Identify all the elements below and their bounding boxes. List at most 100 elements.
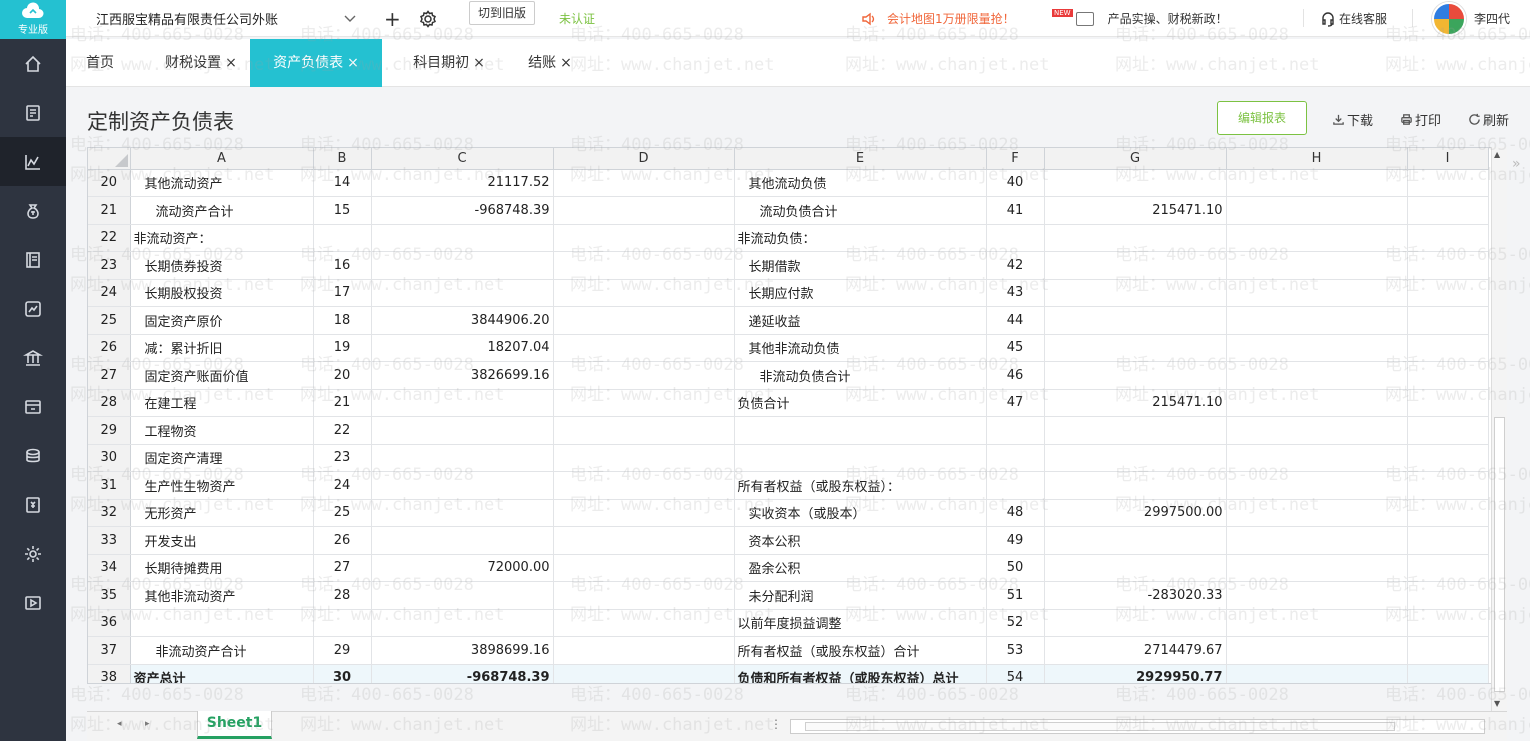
cell-asset-name[interactable]: 在建工程 xyxy=(130,389,314,417)
cell-liability-name[interactable]: 其他流动负债 xyxy=(734,169,987,197)
cell-asset-amount[interactable] xyxy=(371,389,554,417)
user-menu[interactable]: 李四代 xyxy=(1432,0,1510,37)
cell-liability-amount[interactable]: 215471.10 xyxy=(1044,196,1227,225)
cell-asset-name[interactable]: 固定资产原价 xyxy=(130,306,314,335)
column-header[interactable]: H xyxy=(1226,148,1408,170)
row-number[interactable]: 23 xyxy=(88,251,131,280)
column-header[interactable]: A xyxy=(130,148,314,170)
row-number[interactable]: 38 xyxy=(88,664,131,683)
cell-empty[interactable] xyxy=(1407,664,1489,683)
cell-empty[interactable] xyxy=(1407,306,1489,335)
cell-empty[interactable] xyxy=(1407,526,1489,555)
cell-empty[interactable] xyxy=(1407,554,1489,582)
cell-empty[interactable] xyxy=(1407,416,1489,445)
cell-liability-amount[interactable]: 215471.10 xyxy=(1044,389,1227,417)
cell-liability-line[interactable]: 45 xyxy=(986,334,1045,362)
cell-asset-line[interactable]: 14 xyxy=(313,169,372,197)
cell-empty[interactable] xyxy=(553,251,735,280)
close-icon[interactable]: × xyxy=(473,55,485,71)
nav-money[interactable] xyxy=(0,186,66,235)
cell-asset-line[interactable]: 26 xyxy=(313,526,372,555)
cell-liability-name[interactable]: 负债和所有者权益（或股东权益）总计 xyxy=(734,664,987,683)
cell-asset-name[interactable]: 固定资产清理 xyxy=(130,444,314,472)
row-number[interactable]: 26 xyxy=(88,334,131,362)
cell-liability-name[interactable]: 长期应付款 xyxy=(734,279,987,307)
cell-empty[interactable] xyxy=(1226,279,1408,307)
cell-liability-amount[interactable] xyxy=(1044,471,1227,500)
cell-asset-amount[interactable] xyxy=(371,581,554,610)
cell-liability-amount[interactable] xyxy=(1044,444,1227,472)
cell-asset-line[interactable]: 20 xyxy=(313,361,372,390)
cell-empty[interactable] xyxy=(1226,361,1408,390)
close-icon[interactable]: × xyxy=(560,55,572,71)
cell-empty[interactable] xyxy=(553,279,735,307)
cell-asset-amount[interactable]: 3898699.16 xyxy=(371,636,554,665)
cell-empty[interactable] xyxy=(1407,471,1489,500)
cell-liability-line[interactable]: 51 xyxy=(986,581,1045,610)
cell-asset-line[interactable]: 25 xyxy=(313,499,372,527)
cell-empty[interactable] xyxy=(1226,664,1408,683)
cell-asset-name[interactable] xyxy=(130,609,314,637)
cell-empty[interactable] xyxy=(1226,554,1408,582)
cell-asset-amount[interactable] xyxy=(371,526,554,555)
cell-asset-line[interactable]: 28 xyxy=(313,581,372,610)
cell-asset-name[interactable]: 固定资产账面价值 xyxy=(130,361,314,390)
refresh-button[interactable]: 刷新 xyxy=(1468,110,1509,129)
cell-empty[interactable] xyxy=(553,361,735,390)
row-number[interactable]: 24 xyxy=(88,279,131,307)
cell-asset-amount[interactable] xyxy=(371,471,554,500)
cell-liability-line[interactable]: 49 xyxy=(986,526,1045,555)
cell-empty[interactable] xyxy=(553,499,735,527)
promo-link[interactable]: 会计地图1万册限量抢！ xyxy=(861,0,1015,37)
cell-liability-amount[interactable] xyxy=(1044,306,1227,335)
cell-liability-name[interactable]: 负债合计 xyxy=(734,389,987,417)
nav-ledger[interactable] xyxy=(0,235,66,284)
cell-asset-line[interactable]: 19 xyxy=(313,334,372,362)
cell-asset-line[interactable]: 29 xyxy=(313,636,372,665)
row-number[interactable]: 31 xyxy=(88,471,131,500)
cell-empty[interactable] xyxy=(553,471,735,500)
cell-asset-line[interactable]: 17 xyxy=(313,279,372,307)
row-number[interactable]: 35 xyxy=(88,581,131,610)
row-number[interactable]: 34 xyxy=(88,554,131,582)
cell-empty[interactable] xyxy=(1226,251,1408,280)
cell-asset-name[interactable]: 减：累计折旧 xyxy=(130,334,314,362)
cell-asset-line[interactable]: 15 xyxy=(313,196,372,225)
select-all-corner[interactable] xyxy=(88,148,131,170)
cell-liability-line[interactable]: 42 xyxy=(986,251,1045,280)
online-service-link[interactable]: 在线客服 xyxy=(1320,0,1387,37)
cell-empty[interactable] xyxy=(1226,196,1408,225)
cell-asset-name[interactable]: 无形资产 xyxy=(130,499,314,527)
cell-asset-name[interactable]: 工程物资 xyxy=(130,416,314,445)
cell-liability-name[interactable]: 流动负债合计 xyxy=(734,196,987,225)
row-number[interactable]: 36 xyxy=(88,609,131,637)
cell-empty[interactable] xyxy=(553,581,735,610)
add-account-plus-icon[interactable]: + xyxy=(384,0,401,37)
cell-asset-name[interactable]: 其他非流动资产 xyxy=(130,581,314,610)
nav-voucher[interactable] xyxy=(0,88,66,137)
row-number[interactable]: 28 xyxy=(88,389,131,417)
column-header[interactable]: G xyxy=(1044,148,1227,170)
column-header[interactable]: D xyxy=(553,148,735,170)
cell-asset-name[interactable]: 流动资产合计 xyxy=(130,196,314,225)
column-header[interactable]: F xyxy=(986,148,1045,170)
row-number[interactable]: 20 xyxy=(88,169,131,197)
cell-liability-name[interactable]: 其他非流动负债 xyxy=(734,334,987,362)
scroll-down-icon[interactable]: ▼ xyxy=(1494,699,1500,708)
vertical-scrollbar[interactable]: ▲ ▼ xyxy=(1491,147,1507,711)
cell-liability-amount[interactable] xyxy=(1044,609,1227,637)
nav-invoice[interactable] xyxy=(0,480,66,529)
cell-liability-name[interactable] xyxy=(734,444,987,472)
tab-closing[interactable]: 结账 × xyxy=(525,39,575,87)
news-link[interactable]: NEW 产品实操、财税新政！ xyxy=(1052,0,1228,37)
cell-empty[interactable] xyxy=(1407,169,1489,197)
cell-empty[interactable] xyxy=(553,636,735,665)
cell-liability-line[interactable]: 48 xyxy=(986,499,1045,527)
cell-asset-amount[interactable] xyxy=(371,609,554,637)
column-header[interactable]: C xyxy=(371,148,554,170)
cell-liability-amount[interactable] xyxy=(1044,251,1227,280)
cell-asset-amount[interactable]: 72000.00 xyxy=(371,554,554,582)
nav-payroll[interactable] xyxy=(0,431,66,480)
cell-liability-name[interactable]: 未分配利润 xyxy=(734,581,987,610)
sheet-tab[interactable]: Sheet1 xyxy=(197,711,272,739)
